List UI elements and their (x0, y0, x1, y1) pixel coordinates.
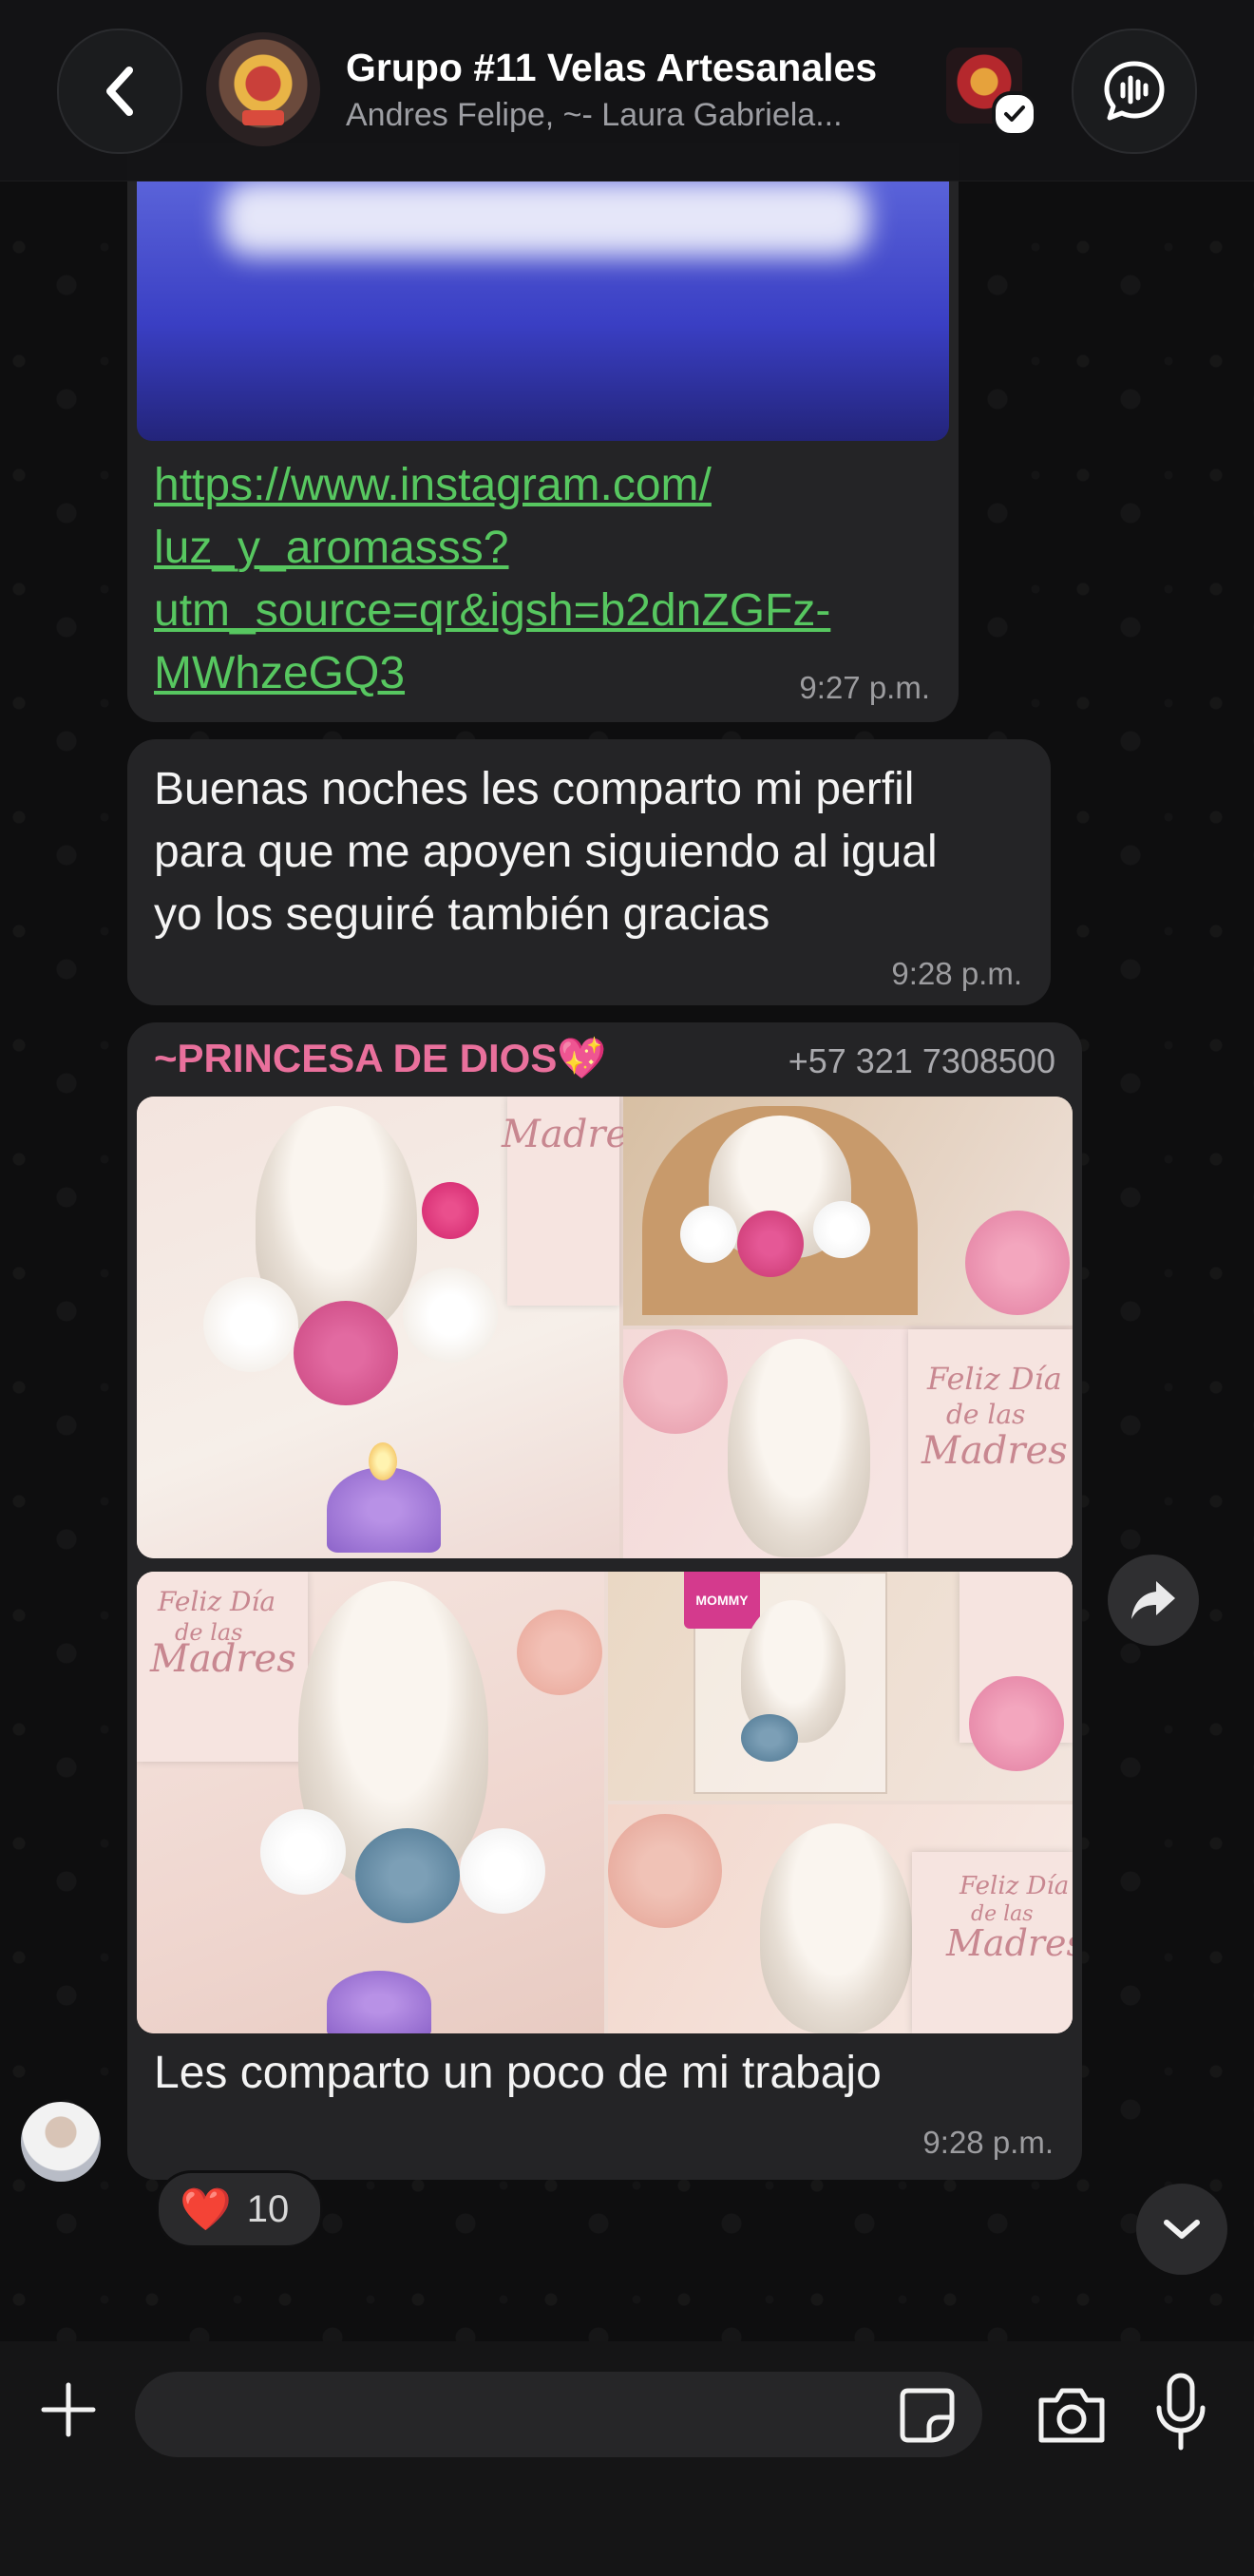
message-line: Buenas noches les comparto mi perfil (154, 764, 915, 814)
check-icon (992, 91, 1037, 137)
link-preview-image[interactable] (137, 181, 949, 441)
photo-tile[interactable]: Feliz Día de las Madres (623, 1329, 1073, 1558)
photo-tile[interactable]: Madres (137, 1097, 648, 1558)
sticker-button[interactable] (897, 2385, 958, 2446)
plus-icon (41, 2382, 96, 2437)
camera-button[interactable] (1034, 2377, 1110, 2453)
group-call-button[interactable] (1072, 29, 1197, 154)
chevron-left-icon (106, 67, 133, 116)
photo-tile[interactable]: Feliz Día de las Madres (608, 1804, 1073, 2033)
chat-header: Grupo #11 Velas Artesanales Andres Felip… (0, 0, 1254, 181)
group-title[interactable]: Grupo #11 Velas Artesanales (346, 46, 877, 90)
group-members[interactable]: Andres Felipe, ~- Laura Gabriela... (346, 97, 843, 134)
image-caption: Les comparto un poco de mi trabajo (154, 2048, 882, 2098)
forward-icon (1131, 1581, 1175, 1619)
back-button[interactable] (57, 29, 182, 154)
reaction-count: 10 (246, 2187, 290, 2230)
tag-text: MOMMY (684, 1572, 760, 1629)
link-line[interactable]: utm_source=qr&igsh=b2dnZGFz- (154, 580, 914, 642)
microphone-icon (1156, 2373, 1206, 2451)
message-text: Buenas noches les comparto mi perfil par… (154, 758, 1037, 946)
message-line: yo los seguiré también gracias (154, 889, 770, 940)
heart-icon: ❤️ (180, 2186, 232, 2233)
scroll-down-button[interactable] (1136, 2184, 1227, 2275)
attach-button[interactable] (34, 2376, 103, 2444)
group-avatar[interactable] (206, 32, 320, 146)
photo-tile[interactable] (623, 1097, 1073, 1326)
message-line: para que me apoyen siguiendo al igual (154, 827, 938, 877)
message-time: 9:27 p.m. (799, 670, 930, 705)
chevron-down-icon (1164, 2220, 1200, 2239)
group-call-icon (1104, 61, 1165, 121)
card-text: Madres (922, 1429, 1068, 1473)
forward-button[interactable] (1108, 1555, 1199, 1646)
image-album-1[interactable]: Madres Feliz Día de las Madres (137, 1097, 1073, 1558)
message-link-bubble[interactable]: https://www.instagram.com/ luz_y_aromass… (127, 143, 959, 722)
message-time: 9:28 p.m. (891, 956, 1022, 991)
link-line[interactable]: https://www.instagram.com/ (154, 454, 914, 517)
reaction-badge[interactable]: ❤️ 10 (156, 2170, 323, 2248)
image-album-2[interactable]: Feliz Día de las Madres MOMMY Feliz Día (137, 1572, 1073, 2033)
message-text-bubble[interactable]: Buenas noches les comparto mi perfil par… (127, 739, 1051, 1005)
sender-phone[interactable]: +57 321 7308500 (788, 1041, 1055, 1081)
message-input-container[interactable] (135, 2372, 982, 2459)
message-input[interactable] (163, 2372, 899, 2459)
sender-name[interactable]: ~PRINCESA DE DIOS💖 (154, 1036, 607, 1082)
message-time: 9:28 p.m. (922, 2125, 1054, 2160)
sticker-icon (900, 2388, 955, 2443)
message-link[interactable]: https://www.instagram.com/ luz_y_aromass… (154, 454, 914, 705)
photo-tile[interactable]: Feliz Día de las Madres (137, 1572, 604, 2033)
camera-icon (1038, 2388, 1105, 2443)
sender-avatar[interactable] (21, 2102, 101, 2182)
link-line[interactable]: luz_y_aromasss? (154, 517, 914, 580)
photo-tile[interactable]: MOMMY (608, 1572, 1073, 1801)
message-image-bubble[interactable]: ~PRINCESA DE DIOS💖 +57 321 7308500 Madre… (127, 1022, 1082, 2180)
microphone-button[interactable] (1148, 2370, 1214, 2455)
